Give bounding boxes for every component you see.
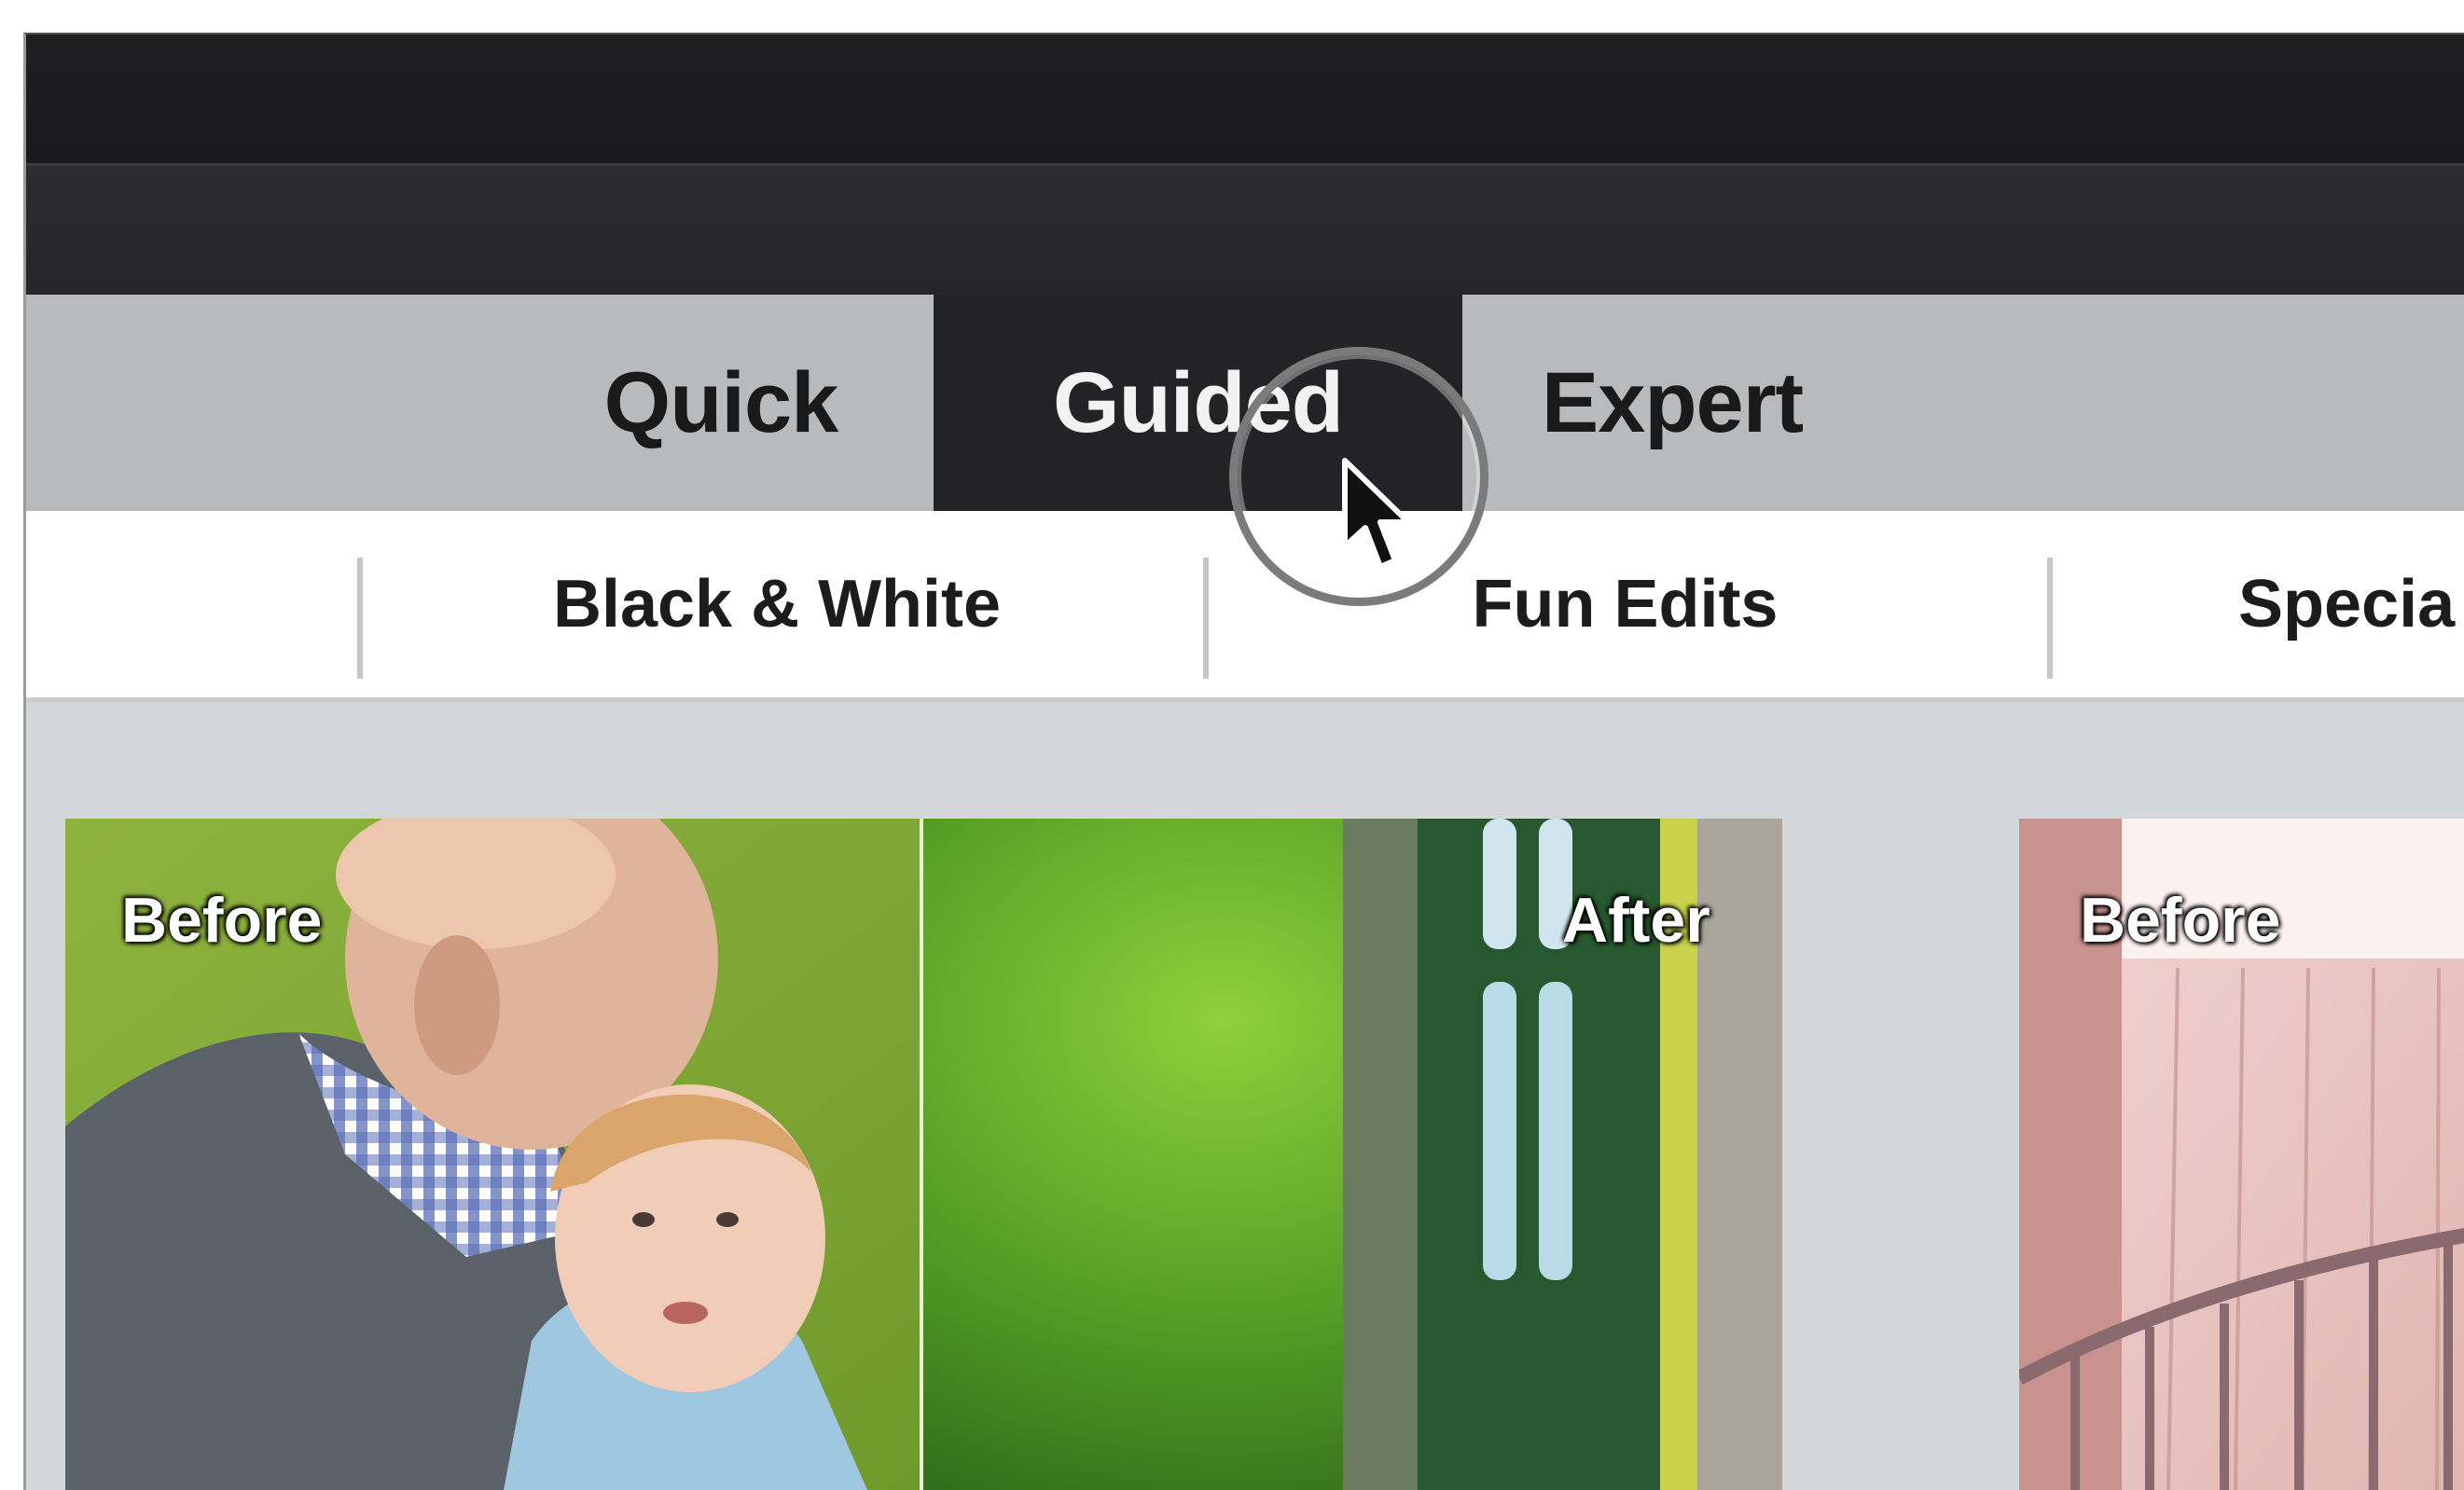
category-tab-fun-edits[interactable]: Fun Edits [1203, 511, 2047, 697]
category-tab-special[interactable]: Specia [2052, 511, 2464, 697]
mode-bar: Quick Guided Expert [26, 295, 2464, 511]
before-label: Before [2080, 885, 2281, 956]
before-after-photo [65, 819, 1782, 1490]
tab-quick[interactable]: Quick [511, 295, 931, 511]
guided-edits-panel: Before After Before [26, 702, 2464, 1490]
edit-thumbnail[interactable]: Before [2019, 819, 2464, 1490]
edit-thumbnail[interactable]: Before After [65, 819, 1782, 1490]
tab-guided[interactable]: Guided [934, 295, 1462, 511]
guided-category-bar: Black & White Fun Edits Specia [26, 511, 2464, 702]
app-window: Quick Guided Expert Black & White Fun Ed… [23, 33, 2464, 1490]
before-label: Before [121, 885, 323, 956]
title-bar [26, 34, 2464, 166]
menu-bar [26, 166, 2464, 295]
category-tab-black-white[interactable]: Black & White [357, 511, 1197, 697]
tab-expert[interactable]: Expert [1462, 295, 1882, 511]
after-label: After [1562, 885, 1710, 956]
